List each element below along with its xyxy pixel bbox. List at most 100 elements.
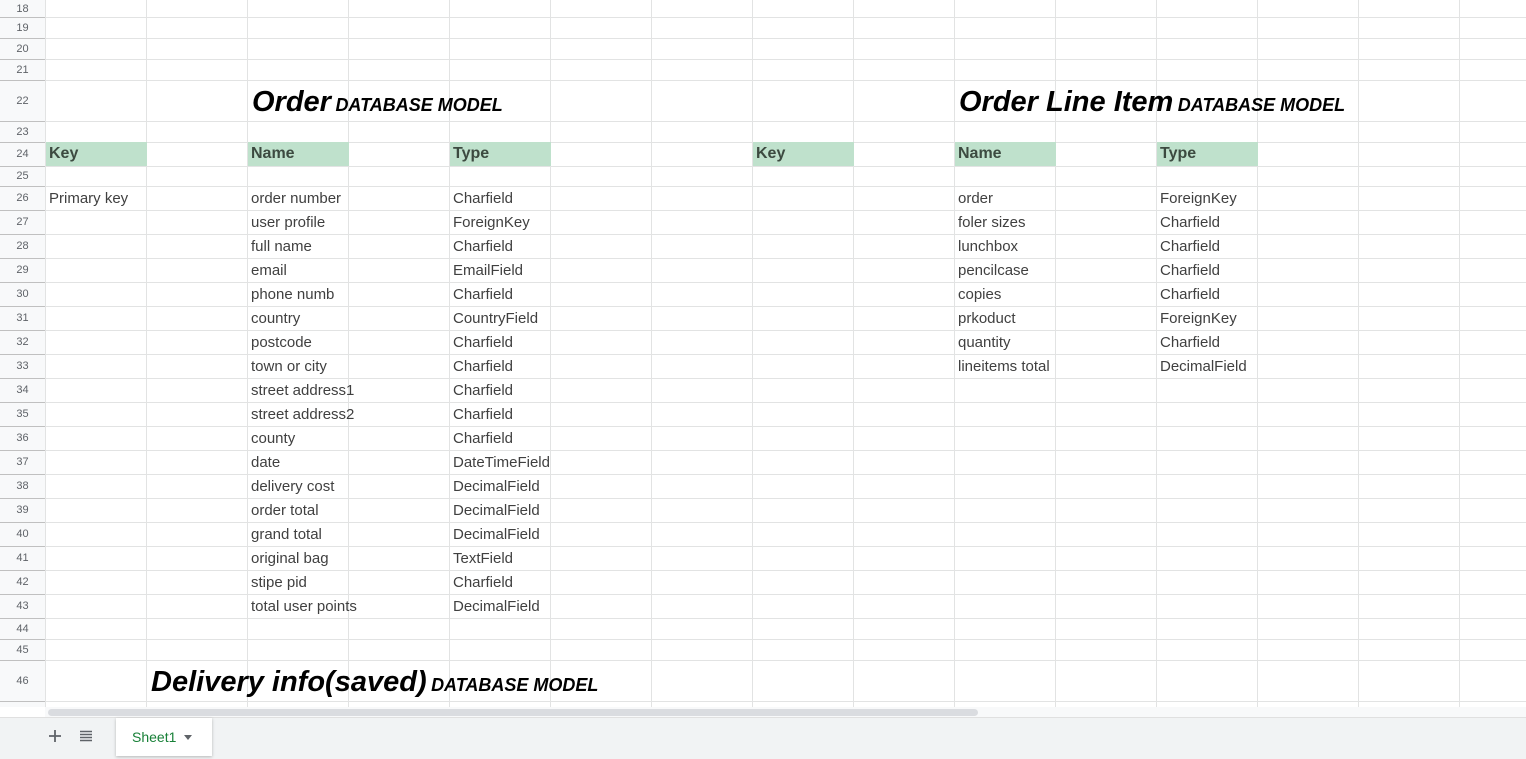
field-name-cell[interactable]: order [958, 191, 993, 206]
row-number[interactable]: 37 [0, 456, 45, 468]
row-header-divider [0, 354, 45, 355]
row-number[interactable]: 21 [0, 64, 45, 76]
row-number[interactable]: 31 [0, 312, 45, 324]
row-number[interactable]: 34 [0, 384, 45, 396]
add-sheet-button[interactable] [43, 724, 67, 748]
row-gridline [0, 80, 1526, 81]
row-gridline [0, 570, 1526, 571]
field-name-cell[interactable]: street address2 [251, 407, 354, 422]
field-name-cell[interactable]: foler sizes [958, 215, 1026, 230]
field-type-cell[interactable]: Charfield [453, 335, 513, 350]
field-type-cell[interactable]: DateTimeField [453, 455, 550, 470]
row-number[interactable]: 39 [0, 504, 45, 516]
field-type-cell[interactable]: ForeignKey [1160, 191, 1237, 206]
row-number[interactable]: 43 [0, 600, 45, 612]
row-number[interactable]: 28 [0, 240, 45, 252]
field-type-cell[interactable]: DecimalField [1160, 359, 1247, 374]
field-type-cell[interactable]: Charfield [1160, 239, 1220, 254]
sheet-tab-sheet1[interactable]: Sheet1 [116, 718, 212, 756]
field-name-cell[interactable]: stipe pid [251, 575, 307, 590]
field-name-cell[interactable]: email [251, 263, 287, 278]
row-number[interactable]: 23 [0, 126, 45, 138]
all-sheets-button[interactable] [74, 724, 98, 748]
row-number[interactable]: 35 [0, 408, 45, 420]
field-type-cell[interactable]: Charfield [1160, 215, 1220, 230]
row-number[interactable]: 46 [0, 675, 45, 687]
row-number[interactable]: 25 [0, 170, 45, 182]
caret-down-icon[interactable] [184, 734, 193, 740]
field-name-cell[interactable]: delivery cost [251, 479, 334, 494]
field-type-cell[interactable]: DecimalField [453, 479, 540, 494]
line-item-type-header[interactable]: Type [1157, 142, 1258, 166]
field-name-cell[interactable]: original bag [251, 551, 329, 566]
field-name-cell[interactable]: country [251, 311, 300, 326]
field-name-cell[interactable]: order total [251, 503, 319, 518]
row-number[interactable]: 18 [0, 3, 45, 15]
row-number[interactable]: 33 [0, 360, 45, 372]
field-type-cell[interactable]: ForeignKey [453, 215, 530, 230]
field-type-cell[interactable]: DecimalField [453, 503, 540, 518]
field-type-cell[interactable]: Charfield [453, 239, 513, 254]
field-type-cell[interactable]: Charfield [453, 407, 513, 422]
order-key-header[interactable]: Key [46, 142, 147, 166]
field-type-cell[interactable]: EmailField [453, 263, 523, 278]
row-number[interactable]: 30 [0, 288, 45, 300]
field-type-cell[interactable]: Charfield [1160, 287, 1220, 302]
field-name-cell[interactable]: county [251, 431, 295, 446]
field-name-cell[interactable]: grand total [251, 527, 322, 542]
line-item-name-header[interactable]: Name [955, 142, 1056, 166]
field-type-cell[interactable]: Charfield [1160, 263, 1220, 278]
line-item-key-header[interactable]: Key [753, 142, 854, 166]
field-type-cell[interactable]: Charfield [453, 575, 513, 590]
field-type-cell[interactable]: Charfield [453, 287, 513, 302]
row-number[interactable]: 24 [0, 148, 45, 160]
field-name-cell[interactable]: postcode [251, 335, 312, 350]
field-name-cell[interactable]: order number [251, 191, 341, 206]
horizontal-scrollbar[interactable] [45, 707, 1526, 717]
scrollbar-thumb[interactable] [48, 709, 978, 716]
field-name-cell[interactable]: full name [251, 239, 312, 254]
field-name-cell[interactable]: user profile [251, 215, 325, 230]
field-name-cell[interactable]: total user points [251, 599, 357, 614]
row-number[interactable]: 41 [0, 552, 45, 564]
field-type-cell[interactable]: DecimalField [453, 527, 540, 542]
row-number[interactable]: 40 [0, 528, 45, 540]
field-type-cell[interactable]: Charfield [453, 431, 513, 446]
field-type-cell[interactable]: Charfield [1160, 335, 1220, 350]
field-name-cell[interactable]: copies [958, 287, 1001, 302]
order-name-header[interactable]: Name [248, 142, 349, 166]
spreadsheet-grid[interactable]: 18 19 20 21 22 23 24 25 26 27 28 29 30 31 32 33 34 35 36 37… [0, 0, 1526, 707]
row-number[interactable]: 38 [0, 480, 45, 492]
field-type-cell[interactable]: CountryField [453, 311, 538, 326]
row-gridline [0, 354, 1526, 355]
field-type-cell[interactable]: Charfield [453, 383, 513, 398]
order-primary-key-cell[interactable]: Primary key [49, 191, 128, 206]
row-number[interactable]: 44 [0, 623, 45, 635]
field-name-cell[interactable]: prkoduct [958, 311, 1016, 326]
row-number[interactable]: 45 [0, 644, 45, 656]
row-number[interactable]: 19 [0, 22, 45, 34]
field-name-cell[interactable]: quantity [958, 335, 1011, 350]
row-number[interactable]: 20 [0, 43, 45, 55]
field-type-cell[interactable]: Charfield [453, 191, 513, 206]
field-name-cell[interactable]: date [251, 455, 280, 470]
row-gridline [0, 618, 1526, 619]
field-type-cell[interactable]: TextField [453, 551, 513, 566]
field-name-cell[interactable]: street address1 [251, 383, 354, 398]
field-type-cell[interactable]: DecimalField [453, 599, 540, 614]
field-name-cell[interactable]: town or city [251, 359, 327, 374]
field-name-cell[interactable]: pencilcase [958, 263, 1029, 278]
field-name-cell[interactable]: lineitems total [958, 359, 1050, 374]
field-name-cell[interactable]: phone numb [251, 287, 334, 302]
row-number[interactable]: 22 [0, 95, 45, 107]
field-type-cell[interactable]: ForeignKey [1160, 311, 1237, 326]
row-number[interactable]: 29 [0, 264, 45, 276]
row-number[interactable]: 27 [0, 216, 45, 228]
field-name-cell[interactable]: lunchbox [958, 239, 1018, 254]
field-type-cell[interactable]: Charfield [453, 359, 513, 374]
row-number[interactable]: 26 [0, 192, 45, 204]
row-number[interactable]: 36 [0, 432, 45, 444]
row-number[interactable]: 32 [0, 336, 45, 348]
row-number[interactable]: 42 [0, 576, 45, 588]
order-type-header[interactable]: Type [450, 142, 551, 166]
